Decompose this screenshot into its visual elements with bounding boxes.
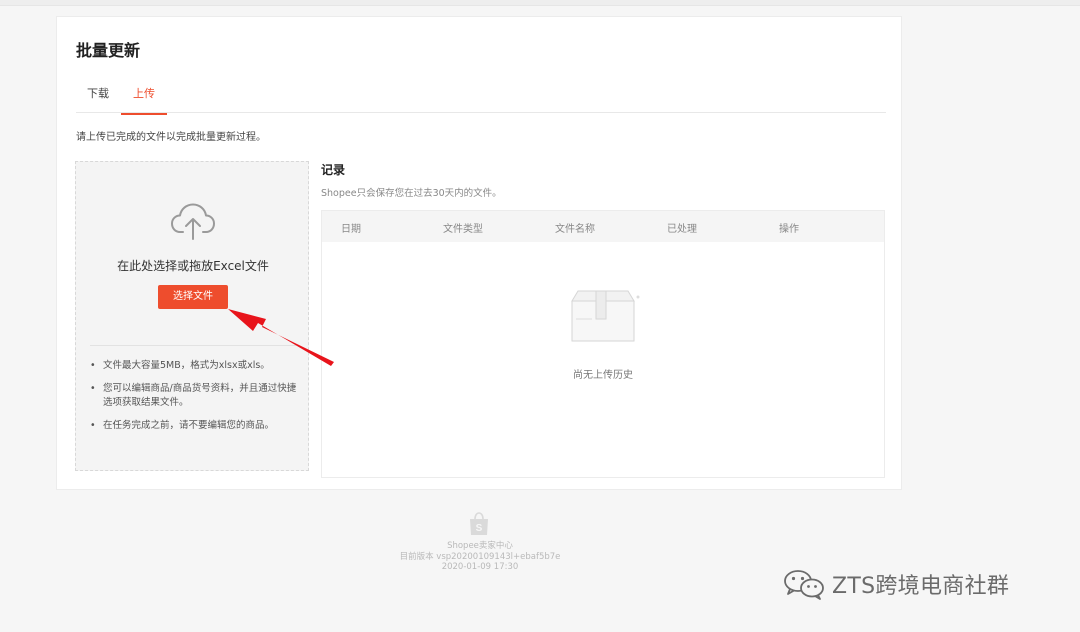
upload-notes: 文件最大容量5MB，格式为xlsx或xls。 您可以编辑商品/商品货号资料，并且…	[88, 359, 302, 442]
footer-datetime: 2020-01-09 17:30	[441, 562, 519, 572]
select-file-button[interactable]: 选择文件	[158, 285, 228, 309]
tab-bar: 下载 上传	[76, 79, 886, 115]
file-drop-zone[interactable]: 在此处选择或拖放Excel文件 选择文件 文件最大容量5MB，格式为xlsx或x…	[75, 161, 309, 471]
divider	[90, 345, 296, 346]
tab-upload[interactable]: 上传	[121, 85, 167, 115]
column-header-processed: 已处理	[667, 224, 697, 235]
empty-state-text: 尚无上传历史	[573, 370, 633, 381]
footer-version: 目前版本 vsp20200109143l+ebaf5b7e	[399, 552, 561, 562]
top-strip	[0, 0, 1080, 6]
page-title: 批量更新	[76, 41, 141, 60]
note-item: 在任务完成之前，请不要编辑您的商品。	[88, 419, 302, 433]
column-header-date: 日期	[341, 224, 361, 235]
column-header-actions: 操作	[779, 224, 799, 235]
svg-text:S: S	[476, 523, 483, 534]
records-table: 日期 文件类型 文件名称 已处理 操作 尚无上传历史	[321, 210, 885, 478]
table-header: 日期 文件类型 文件名称 已处理 操作	[322, 211, 884, 242]
wechat-icon	[784, 570, 824, 600]
records-title: 记录	[321, 163, 346, 177]
empty-box-icon	[571, 290, 640, 342]
cloud-upload-icon	[171, 203, 215, 240]
watermark-text: ZTS跨境电商社群	[832, 574, 1010, 599]
upload-instruction: 请上传已完成的文件以完成批量更新过程。	[76, 132, 266, 143]
column-header-file-name: 文件名称	[555, 224, 595, 235]
note-item: 您可以编辑商品/商品货号资料，并且通过快捷选项获取结果文件。	[88, 382, 302, 410]
records-subtitle: Shopee只会保存您在过去30天内的文件。	[321, 188, 502, 199]
column-header-file-type: 文件类型	[443, 224, 483, 235]
tab-download[interactable]: 下载	[87, 85, 109, 113]
bulk-update-card: 批量更新 下载 上传 请上传已完成的文件以完成批量更新过程。 在此处选择或拖放E…	[56, 16, 902, 490]
upload-prompt: 在此处选择或拖放Excel文件	[117, 259, 269, 273]
shopee-bag-icon: S	[470, 512, 488, 535]
note-item: 文件最大容量5MB，格式为xlsx或xls。	[88, 359, 302, 373]
